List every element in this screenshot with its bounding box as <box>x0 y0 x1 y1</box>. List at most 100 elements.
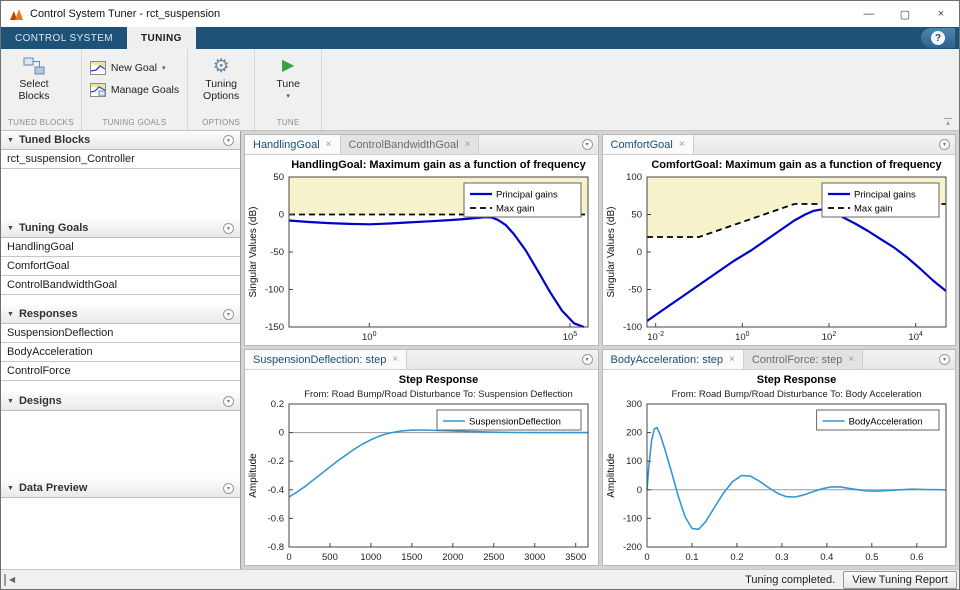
svg-text:200: 200 <box>626 428 642 439</box>
doc-tab-controlbandwidthgoal[interactable]: ControlBandwidthGoal × <box>340 135 480 154</box>
figure-bodyacceleration-step: 0 0.1 0.2 0.3 0.4 0.5 0.6 300 200 100 0 -100 -200 Bod… <box>602 370 955 565</box>
splitter-handle[interactable] <box>4 573 6 586</box>
ribbon-toolbar: Select Blocks TUNED BLOCKS New Goal ▾ Ma… <box>1 49 959 131</box>
panel-title: Designs <box>18 395 62 407</box>
list-item-rct-suspension-controller[interactable]: rct_suspension_Controller <box>1 150 240 169</box>
panel-responses: ▼ Responses ▾ SuspensionDeflection BodyA… <box>1 305 240 392</box>
button-label: Tuning Options <box>203 78 240 102</box>
doc-actions-icon[interactable]: ▾ <box>939 354 950 365</box>
list-item-comfortgoal[interactable]: ComfortGoal <box>1 257 240 276</box>
maximize-icon: ▢ <box>899 8 911 21</box>
close-tab-icon[interactable]: × <box>392 354 398 365</box>
section-tuning-goals: New Goal ▾ Manage Goals TUNING GOALS <box>82 49 189 130</box>
maximize-button[interactable]: ▢ <box>887 1 923 27</box>
doc-actions-icon[interactable]: ▾ <box>581 354 593 365</box>
sidebar: ▼ Tuned Blocks ▾ rct_suspension_Controll… <box>1 131 241 569</box>
play-icon: ▶ <box>281 57 295 74</box>
svg-text:1000: 1000 <box>360 552 381 563</box>
svg-text:From: Road Bump/Road Disturban: From: Road Bump/Road Disturbance To: Bod… <box>671 389 921 400</box>
scroll-left-icon[interactable]: ◀ <box>9 575 15 584</box>
doc-tabbar: ComfortGoal × ▾ <box>602 135 955 155</box>
list-item-controlforce[interactable]: ControlForce <box>1 362 240 381</box>
svg-text:Max gain: Max gain <box>854 204 893 215</box>
doc-tab-comfortgoal[interactable]: ComfortGoal × <box>602 135 694 154</box>
panel-tuning-goals: ▼ Tuning Goals ▾ HandlingGoal ComfortGoa… <box>1 219 240 305</box>
list-item-controlbandwidthgoal[interactable]: ControlBandwidthGoal <box>1 276 240 295</box>
section-tune: ▶ Tune ▾ TUNE <box>255 49 323 130</box>
svg-text:Amplitude: Amplitude <box>248 453 259 498</box>
close-tab-icon[interactable]: × <box>848 354 854 365</box>
svg-text:0: 0 <box>286 552 291 563</box>
svg-text:-50: -50 <box>270 247 284 258</box>
section-label: TUNING GOALS <box>102 118 167 127</box>
manage-goals-icon <box>89 82 106 97</box>
ribbon-tab-tuning[interactable]: TUNING <box>127 27 196 49</box>
svg-text:Step Response: Step Response <box>756 374 835 386</box>
panel-actions-icon[interactable]: ▾ <box>223 482 234 494</box>
section-label: TUNED BLOCKS <box>8 118 74 127</box>
panel-tuned-blocks: ▼ Tuned Blocks ▾ rct_suspension_Controll… <box>1 131 240 219</box>
collapse-arrow-icon: ▼ <box>7 310 14 318</box>
svg-text:0.6: 0.6 <box>910 552 923 563</box>
panel-header-tuned-blocks[interactable]: ▼ Tuned Blocks ▾ <box>1 131 240 150</box>
svg-text:Step Response: Step Response <box>399 374 478 386</box>
panel-header-designs[interactable]: ▼ Designs ▾ <box>1 392 240 411</box>
doc-actions-icon[interactable]: ▾ <box>581 139 593 150</box>
svg-text:0.2: 0.2 <box>271 399 284 410</box>
svg-text:100: 100 <box>626 172 642 183</box>
svg-text:-0.2: -0.2 <box>268 456 284 467</box>
svg-text:3500: 3500 <box>565 552 586 563</box>
list-item-bodyacceleration[interactable]: BodyAcceleration <box>1 343 240 362</box>
tune-button[interactable]: ▶ Tune ▾ <box>259 52 317 115</box>
doc-tab-suspensiondeflection-step[interactable]: SuspensionDeflection: step × <box>245 350 408 369</box>
close-tab-icon[interactable]: × <box>465 139 471 150</box>
manage-goals-button[interactable]: Manage Goals <box>86 80 183 99</box>
panel-actions-icon[interactable]: ▾ <box>223 222 234 234</box>
panel-actions-icon[interactable]: ▾ <box>223 395 234 407</box>
document-bodyacceleration-step: BodyAcceleration: step × ControlForce: s… <box>601 349 956 566</box>
close-button[interactable]: × <box>923 1 959 27</box>
list-item-suspensiondeflection[interactable]: SuspensionDeflection <box>1 324 240 343</box>
svg-text:104: 104 <box>908 331 923 343</box>
svg-text:105: 105 <box>563 331 578 343</box>
svg-text:From: Road Bump/Road Disturban: From: Road Bump/Road Disturbance To: Sus… <box>304 389 573 400</box>
select-blocks-button[interactable]: Select Blocks <box>5 52 63 115</box>
svg-text:Max gain: Max gain <box>496 204 535 215</box>
close-tab-icon[interactable]: × <box>729 354 735 365</box>
list-item-handlinggoal[interactable]: HandlingGoal <box>1 238 240 257</box>
panel-title: Tuning Goals <box>18 222 89 234</box>
collapse-arrow-icon: ▼ <box>7 136 14 144</box>
doc-tab-bodyacceleration-step[interactable]: BodyAcceleration: step × <box>602 350 744 369</box>
svg-text:0: 0 <box>279 428 284 439</box>
doc-tab-handlinggoal[interactable]: HandlingGoal × <box>245 135 341 154</box>
ribbon-tab-control-system[interactable]: CONTROL SYSTEM <box>1 27 127 49</box>
tuning-options-button[interactable]: ⚙ Tuning Options <box>192 52 250 115</box>
dropdown-icon: ▾ <box>161 64 166 72</box>
panel-actions-icon[interactable]: ▾ <box>223 308 234 320</box>
view-tuning-report-button[interactable]: View Tuning Report <box>843 570 957 589</box>
app-window: Control System Tuner - rct_suspension — … <box>0 0 960 590</box>
svg-text:-100: -100 <box>622 513 641 524</box>
close-tab-icon[interactable]: × <box>679 139 685 150</box>
doc-actions-icon[interactable]: ▾ <box>939 139 950 150</box>
panel-header-responses[interactable]: ▼ Responses ▾ <box>1 305 240 324</box>
svg-text:100: 100 <box>362 331 377 343</box>
panel-actions-icon[interactable]: ▾ <box>223 134 234 146</box>
close-tab-icon[interactable]: × <box>326 139 332 150</box>
panel-body: SuspensionDeflection BodyAcceleration Co… <box>1 324 240 392</box>
help-button[interactable]: ? <box>921 28 955 48</box>
new-goal-button[interactable]: New Goal ▾ <box>86 58 183 77</box>
minimize-button[interactable]: — <box>851 1 887 27</box>
panel-header-data-preview[interactable]: ▼ Data Preview ▾ <box>1 479 240 498</box>
svg-text:-0.6: -0.6 <box>268 513 284 524</box>
svg-text:0: 0 <box>644 552 649 563</box>
collapse-toolstrip-button[interactable]: ▴ <box>943 118 952 127</box>
svg-text:-100: -100 <box>265 285 284 296</box>
button-label: Tune <box>276 78 300 90</box>
doc-tab-controlforce-step[interactable]: ControlForce: step × <box>743 350 864 369</box>
svg-text:Singular Values (dB): Singular Values (dB) <box>248 207 259 298</box>
collapse-arrow-icon: ▼ <box>7 224 14 232</box>
panel-header-tuning-goals[interactable]: ▼ Tuning Goals ▾ <box>1 219 240 238</box>
svg-text:-50: -50 <box>628 285 642 296</box>
svg-text:Singular Values (dB): Singular Values (dB) <box>606 207 617 298</box>
